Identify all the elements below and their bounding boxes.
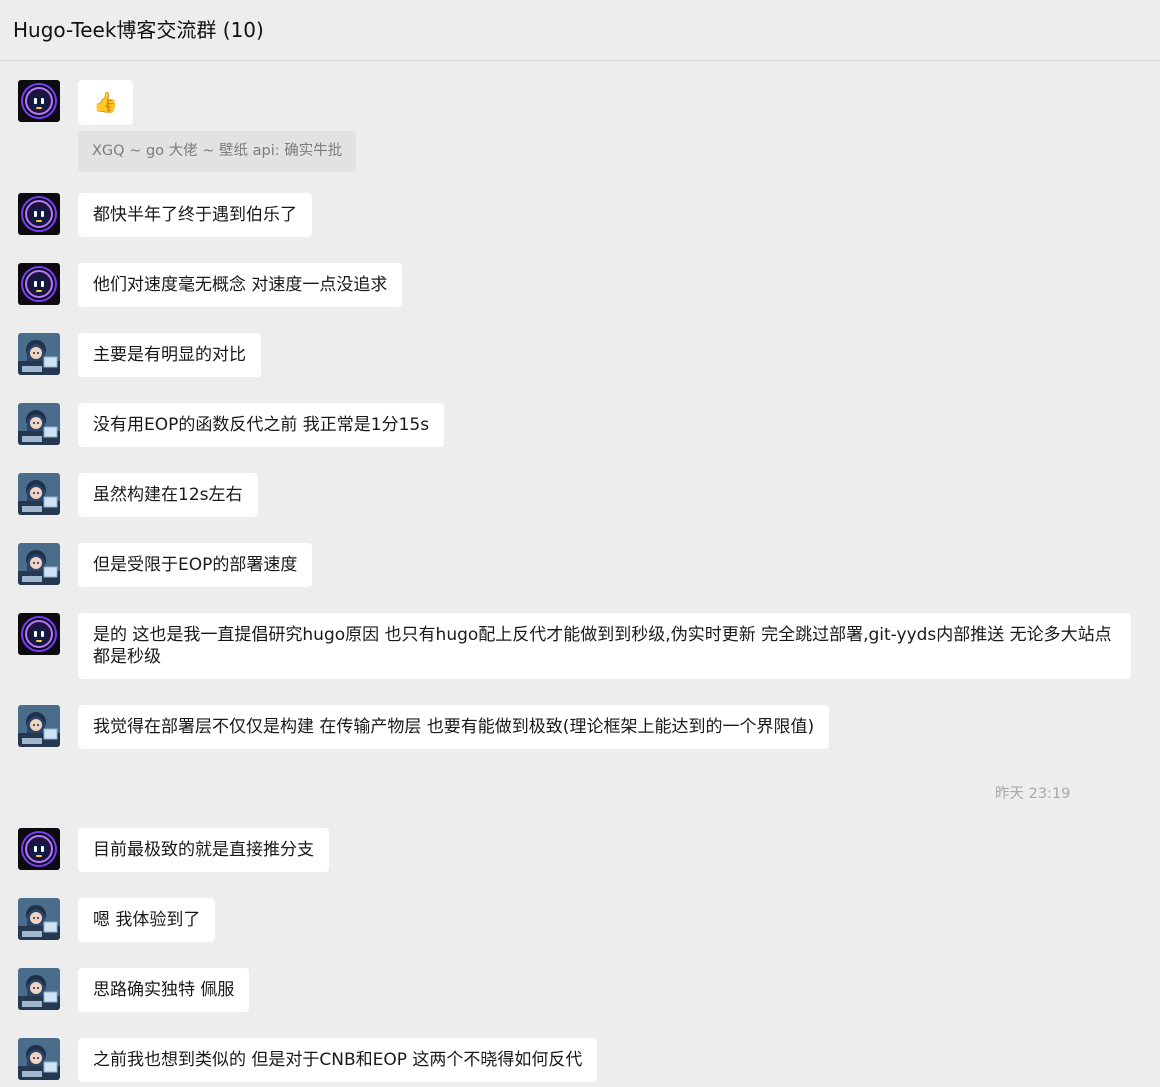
message-bubble[interactable]: 目前最极致的就是直接推分支 (78, 828, 329, 872)
message-bubble[interactable]: 虽然构建在12s左右 (78, 473, 258, 517)
anime-avatar-icon[interactable] (18, 898, 60, 940)
chat-title[interactable]: Hugo-Teek博客交流群 (10) (13, 14, 264, 43)
robot-avatar-icon[interactable] (18, 263, 60, 305)
quoted-message[interactable]: XGQ ~ go 大佬 ~ 壁纸 api: 确实牛批 (78, 131, 357, 172)
thumbs-up-icon: 👍 (93, 90, 118, 114)
message-bubble[interactable]: 但是受限于EOP的部署速度 (78, 543, 313, 587)
message-bubble[interactable]: 他们对速度毫无概念 对速度一点没追求 (78, 263, 403, 307)
robot-avatar-icon[interactable] (18, 193, 60, 235)
message-bubble[interactable]: 是的 这也是我一直提倡研究hugo原因 也只有hugo配上反代才能做到到秒级,伪… (78, 613, 1131, 679)
message-bubble[interactable]: 思路确实独特 佩服 (78, 968, 250, 1012)
message-bubble[interactable]: 👍 (78, 80, 133, 125)
message-bubble[interactable]: 主要是有明显的对比 (78, 333, 261, 377)
robot-avatar-icon[interactable] (18, 828, 60, 870)
message-bubble[interactable]: 都快半年了终于遇到伯乐了 (78, 193, 312, 237)
message-bubble[interactable]: 嗯 我体验到了 (78, 898, 216, 942)
anime-avatar-icon[interactable] (18, 705, 60, 747)
chat-header: Hugo-Teek博客交流群 (10) (0, 0, 1160, 61)
anime-avatar-icon[interactable] (18, 473, 60, 515)
anime-avatar-icon[interactable] (18, 403, 60, 445)
robot-avatar-icon[interactable] (18, 613, 60, 655)
anime-avatar-icon[interactable] (18, 543, 60, 585)
robot-avatar-icon[interactable] (18, 80, 60, 122)
anime-avatar-icon[interactable] (18, 968, 60, 1010)
message-bubble[interactable]: 没有用EOP的函数反代之前 我正常是1分15s (78, 403, 445, 447)
message-bubble[interactable]: 之前我也想到类似的 但是对于CNB和EOP 这两个不晓得如何反代 (78, 1038, 598, 1082)
message-bubble[interactable]: 我觉得在部署层不仅仅是构建 在传输产物层 也要有能做到极致(理论框架上能达到的一… (78, 705, 830, 749)
anime-avatar-icon[interactable] (18, 333, 60, 375)
time-divider: 昨天 23:19 (995, 786, 1071, 802)
anime-avatar-icon[interactable] (18, 1038, 60, 1080)
